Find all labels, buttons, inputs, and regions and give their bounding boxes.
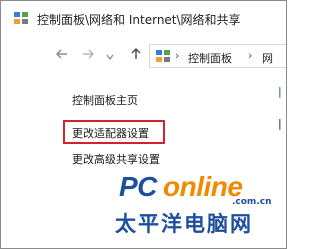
up-button[interactable] — [129, 46, 143, 66]
arrow-left-icon — [55, 49, 67, 59]
sidebar-link-control-panel-home[interactable]: 控制面板主页 — [72, 92, 138, 108]
back-button[interactable] — [55, 46, 69, 66]
sidebar-link-change-adapter-settings[interactable]: 更改适配器设置 — [72, 125, 149, 141]
watermark-brand-cn: 太平洋电脑网 — [115, 212, 253, 236]
window-title: 控制面板\网络和 Internet\网络和共享 — [37, 13, 241, 27]
breadcrumb-control-panel[interactable]: 控制面板 — [188, 50, 232, 66]
recent-locations-button[interactable] — [105, 47, 115, 67]
watermark-logo: PC online .com.cn 太平洋电脑网 — [115, 171, 285, 241]
arrow-right-icon — [83, 49, 95, 59]
breadcrumb-network[interactable]: 网 — [262, 50, 273, 66]
title-bar: 控制面板\网络和 Internet\网络和共享 — [1, 1, 286, 35]
watermark-brand-online: online — [163, 171, 243, 202]
chevron-down-icon — [106, 54, 114, 61]
arrow-up-icon — [131, 47, 141, 59]
watermark-brand-pc: PC — [119, 171, 157, 202]
right-panel-fragment: | — [278, 117, 282, 130]
control-panel-icon — [156, 50, 170, 62]
control-panel-icon — [14, 12, 28, 24]
chevron-right-icon: › — [248, 49, 253, 62]
right-panel-fragment: | — [278, 85, 282, 98]
watermark-domain: .com.cn — [232, 197, 272, 207]
explorer-window: 控制面板\网络和 Internet\网络和共享 › 控制面板 › 网 控制面板主… — [0, 0, 287, 249]
chevron-right-icon: › — [175, 49, 180, 62]
forward-button[interactable] — [81, 46, 95, 66]
address-bar[interactable]: › 控制面板 › 网 — [149, 44, 286, 68]
sidebar-link-change-advanced-sharing[interactable]: 更改高级共享设置 — [72, 151, 160, 167]
